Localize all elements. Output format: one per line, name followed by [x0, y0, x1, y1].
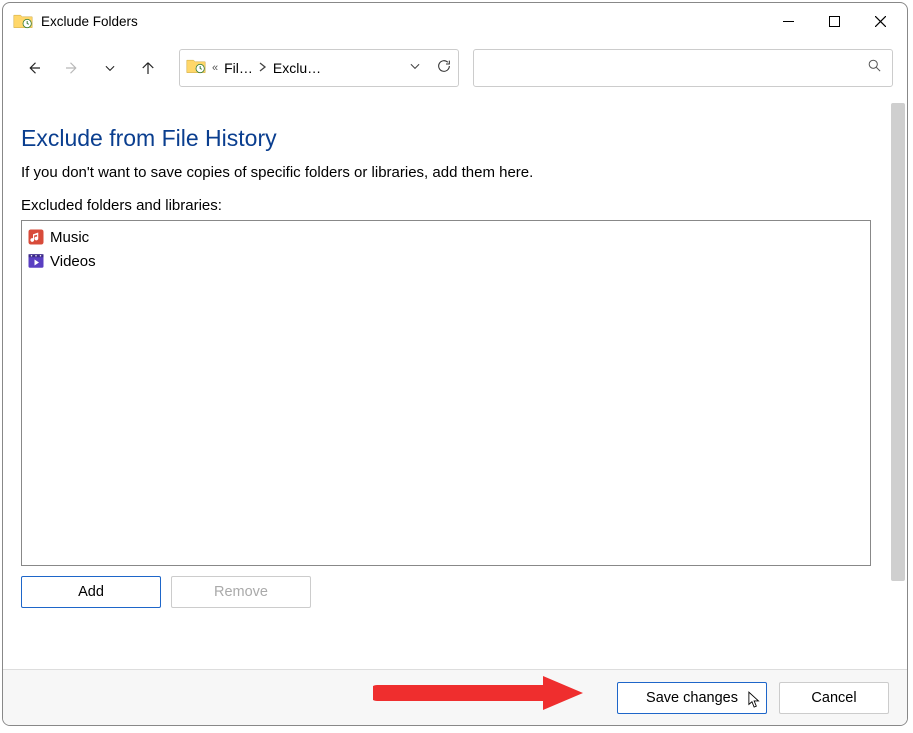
window-title: Exclude Folders	[41, 14, 138, 29]
footer: Save changes Cancel	[3, 669, 907, 725]
annotation-arrow	[373, 673, 583, 713]
chevron-right-icon	[259, 62, 267, 75]
address-bar[interactable]: « Fil… Exclu…	[179, 49, 459, 87]
cancel-button[interactable]: Cancel	[779, 682, 889, 714]
vertical-scrollbar[interactable]	[891, 103, 905, 581]
recent-locations-button[interactable]	[93, 51, 127, 85]
videos-library-icon	[26, 251, 46, 271]
titlebar: Exclude Folders	[3, 3, 907, 39]
close-button[interactable]	[857, 5, 903, 37]
content-wrap: Exclude from File History If you don't w…	[3, 97, 907, 669]
content: Exclude from File History If you don't w…	[3, 97, 891, 669]
breadcrumb-root-chevrons: «	[212, 62, 218, 74]
navigation-toolbar: « Fil… Exclu…	[3, 39, 907, 97]
window: Exclude Folders	[2, 2, 908, 726]
search-icon	[867, 58, 882, 78]
page-title: Exclude from File History	[21, 125, 873, 152]
back-button[interactable]	[17, 51, 51, 85]
search-input[interactable]	[473, 49, 893, 87]
list-item[interactable]: Videos	[26, 249, 866, 273]
breadcrumb-seg-2[interactable]: Exclu…	[273, 60, 321, 76]
list-button-row: Add Remove	[21, 576, 873, 608]
music-library-icon	[26, 227, 46, 247]
remove-button[interactable]: Remove	[171, 576, 311, 608]
maximize-button[interactable]	[811, 5, 857, 37]
remove-button-label: Remove	[214, 584, 268, 600]
page-description: If you don't want to save copies of spec…	[21, 164, 873, 181]
cancel-button-label: Cancel	[811, 690, 856, 706]
save-changes-button[interactable]: Save changes	[617, 682, 767, 714]
minimize-button[interactable]	[765, 5, 811, 37]
add-button-label: Add	[78, 584, 104, 600]
list-item[interactable]: Music	[26, 225, 866, 249]
breadcrumb-seg-1[interactable]: Fil…	[224, 60, 253, 76]
up-button[interactable]	[131, 51, 165, 85]
address-history-button[interactable]	[408, 59, 422, 78]
forward-button[interactable]	[55, 51, 89, 85]
list-item-label: Music	[50, 229, 89, 246]
excluded-folders-listbox[interactable]: Music Videos	[21, 220, 871, 566]
list-label: Excluded folders and libraries:	[21, 197, 873, 214]
folder-history-icon	[186, 57, 206, 80]
list-item-label: Videos	[50, 253, 96, 270]
add-button[interactable]: Add	[21, 576, 161, 608]
save-changes-label: Save changes	[646, 690, 738, 706]
folder-history-icon	[13, 11, 33, 31]
refresh-button[interactable]	[436, 58, 452, 79]
cursor-icon	[748, 691, 762, 709]
